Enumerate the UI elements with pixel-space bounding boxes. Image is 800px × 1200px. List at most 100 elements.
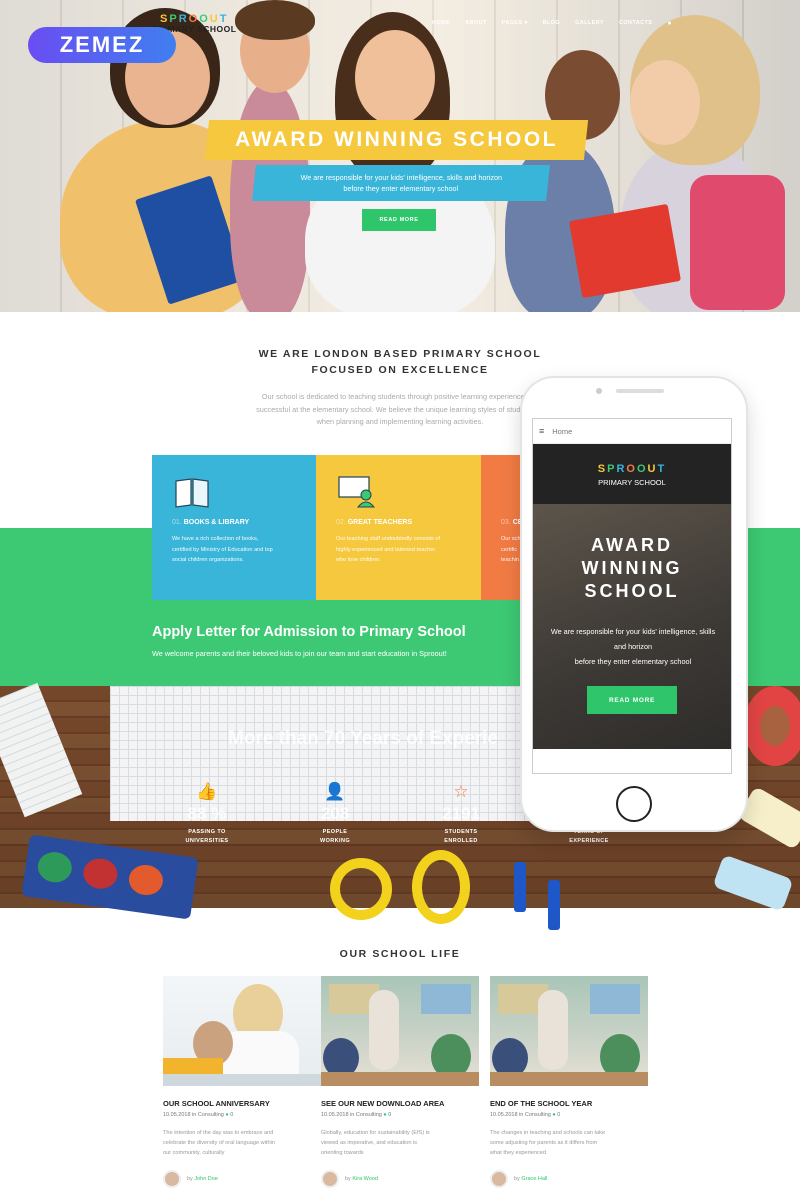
- feature-desc-line: certific: [501, 546, 518, 553]
- paint-color: [127, 862, 165, 898]
- post-excerpt-line: The intention of the day was to embrace …: [163, 1130, 274, 1136]
- phone-home-button: [616, 786, 652, 822]
- nav-item-pages[interactable]: PAGES ▾: [502, 20, 528, 27]
- blog-post: OUR SCHOOL ANNIVERSARY 10.05.2018 in Con…: [163, 976, 321, 1188]
- feature-desc-line: social children organizations.: [172, 557, 244, 563]
- stat-label-line: EXPERIENCE: [569, 838, 609, 844]
- logo-letter: T: [657, 463, 667, 475]
- feature-desc-line: who love children.: [336, 557, 381, 563]
- phone-hero: AWARD WINNING SCHOOL We are responsible …: [533, 504, 731, 749]
- post-comments[interactable]: 0: [557, 1112, 560, 1118]
- post-excerpt-line: viewed as imperative, and education is: [321, 1140, 418, 1146]
- scissors-graphic: [412, 850, 470, 924]
- post-excerpt-line: The changes in teaching and schools can …: [490, 1130, 606, 1136]
- nav-item-about[interactable]: ABOUT: [465, 20, 487, 27]
- pink-backpack: [690, 175, 785, 310]
- post-date: 10.05.2018: [490, 1112, 518, 1118]
- feature-desc: Our teaching staff undoubtedly consists …: [336, 534, 461, 566]
- paint-color: [81, 856, 120, 891]
- stat-item: 👤 208 PEOPLE WORKING: [290, 780, 380, 846]
- nav-item-contacts[interactable]: CONTACTS: [619, 20, 652, 27]
- about-title-line: FOCUSED ON EXCELLENCE: [311, 364, 489, 376]
- tape-roll-graphic: [744, 686, 800, 766]
- author-name[interactable]: by Kira Wood: [345, 1176, 378, 1182]
- phone-camera: [596, 388, 602, 394]
- stat-value: 88 %: [187, 804, 227, 823]
- logo-letter: R: [616, 463, 627, 475]
- post-excerpt: Globally, education for sustainability (…: [321, 1128, 479, 1160]
- map-board: [421, 984, 471, 1014]
- feature-desc-line: Our sch: [501, 536, 521, 542]
- hamburger-icon[interactable]: ≡: [539, 426, 544, 436]
- phone-hero-desc-line: and horizon: [613, 642, 653, 651]
- desk-surface: [490, 1072, 648, 1086]
- feature-desc: We have a rich collection of books, cert…: [172, 534, 296, 566]
- feature-card-books[interactable]: 01. BOOKS & LIBRARY We have a rich colle…: [152, 455, 316, 600]
- feature-card-teachers[interactable]: 02. GREAT TEACHERS Our teaching staff un…: [316, 455, 481, 600]
- post-comments[interactable]: 0: [230, 1112, 233, 1118]
- post-comments[interactable]: 0: [388, 1112, 391, 1118]
- feature-desc-line: certified by Ministry of Education and t…: [172, 546, 273, 553]
- about-title-line: WE ARE LONDON BASED PRIMARY SCHOOL: [258, 348, 542, 360]
- post-image[interactable]: [163, 976, 321, 1086]
- post-title[interactable]: END OF THE SCHOOL YEAR: [490, 1099, 648, 1108]
- map-board: [590, 984, 640, 1014]
- stat-label-line: WORKING: [320, 838, 350, 844]
- feature-desc-line: We have a rich collection of books,: [172, 536, 259, 542]
- user-icon[interactable]: ●: [667, 20, 672, 27]
- post-meta: 10.05.2018 in Consulting ● 0: [163, 1112, 234, 1118]
- stat-label: STUDENTS ENROLLED: [416, 828, 506, 846]
- comment-icon: ●: [552, 1112, 556, 1118]
- nav-item-blog[interactable]: BLOG: [543, 20, 561, 27]
- stat-label: PEOPLE WORKING: [290, 828, 380, 846]
- post-category[interactable]: Consulting: [198, 1112, 224, 1118]
- post-excerpt-line: our community, culturally: [163, 1150, 225, 1156]
- author-name-text: Kira Wood: [352, 1176, 378, 1182]
- hero-title-banner: AWARD WINNING SCHOOL: [204, 120, 589, 160]
- stat-label-line: STUDENTS: [444, 829, 478, 835]
- read-more-button[interactable]: READ MORE: [362, 209, 436, 231]
- phone-hero-desc: We are responsible for your kids' intell…: [539, 624, 727, 669]
- logo-letter: O: [636, 463, 648, 475]
- post-title[interactable]: OUR SCHOOL ANNIVERSARY: [163, 1099, 321, 1108]
- experience-title: More than 70 Years of Experie: [228, 728, 498, 749]
- page: ZEMEZ SPROOUT PRIMARY SCHOOL HOME ABOUT …: [0, 0, 800, 1200]
- feature-title-text: BOOKS & LIBRARY: [183, 519, 250, 526]
- stat-label-line: PEOPLE: [322, 829, 348, 835]
- phone-read-more-button[interactable]: READ MORE: [587, 686, 677, 714]
- post-date: 10.05.2018: [163, 1112, 191, 1118]
- post-image[interactable]: [321, 976, 479, 1086]
- phone-hero-title: AWARD WINNING SCHOOL: [533, 534, 731, 603]
- blog-post: SEE OUR NEW DOWNLOAD AREA 10.05.2018 in …: [321, 976, 479, 1188]
- nav-item-gallery[interactable]: GALLERY: [575, 20, 604, 27]
- main-nav: HOME ABOUT PAGES ▾ BLOG GALLERY CONTACTS…: [432, 20, 672, 27]
- phone-speaker: [616, 389, 664, 393]
- post-author: by John Doe: [163, 1170, 321, 1188]
- about-title: WE ARE LONDON BASED PRIMARY SCHOOL FOCUS…: [200, 346, 600, 378]
- avatar: [321, 1170, 339, 1188]
- author-name[interactable]: by John Doe: [187, 1176, 218, 1182]
- post-title[interactable]: SEE OUR NEW DOWNLOAD AREA: [321, 1099, 479, 1108]
- phone-hero-desc-line: We are responsible for your kids' intell…: [550, 627, 716, 636]
- post-meta: 10.05.2018 in Consulting ● 0: [321, 1112, 392, 1118]
- post-category[interactable]: Consulting: [356, 1112, 382, 1118]
- phone-header: SPROOUT PRIMARY SCHOOL: [533, 444, 731, 504]
- feature-desc-line: teachin: [501, 557, 520, 563]
- post-excerpt-line: orienting towards: [321, 1150, 364, 1156]
- teacher-figure: [369, 990, 399, 1070]
- stat-value: 208: [320, 804, 350, 823]
- stat-label: PASSING TO UNIVERSITIES: [162, 828, 252, 846]
- phone-menu-label[interactable]: Home: [552, 427, 572, 436]
- post-category[interactable]: Consulting: [525, 1112, 551, 1118]
- zemez-badge[interactable]: ZEMEZ: [28, 27, 176, 63]
- feature-number: 02.: [336, 519, 346, 526]
- stat-label-line: ENROLLED: [444, 838, 478, 844]
- nav-item-home[interactable]: HOME: [432, 20, 450, 27]
- author-name[interactable]: by Grace Hall: [514, 1176, 547, 1182]
- stat-item: 👍 88 % PASSING TO UNIVERSITIES: [162, 780, 252, 846]
- scissors-graphic: [330, 858, 392, 920]
- teacher-icon: [336, 473, 376, 509]
- post-image[interactable]: [490, 976, 648, 1086]
- post-excerpt-line: Globally, education for sustainability (…: [321, 1130, 430, 1136]
- phone-mockup: ≡ Home SPROOUT PRIMARY SCHOOL AWARD WINN…: [522, 378, 746, 830]
